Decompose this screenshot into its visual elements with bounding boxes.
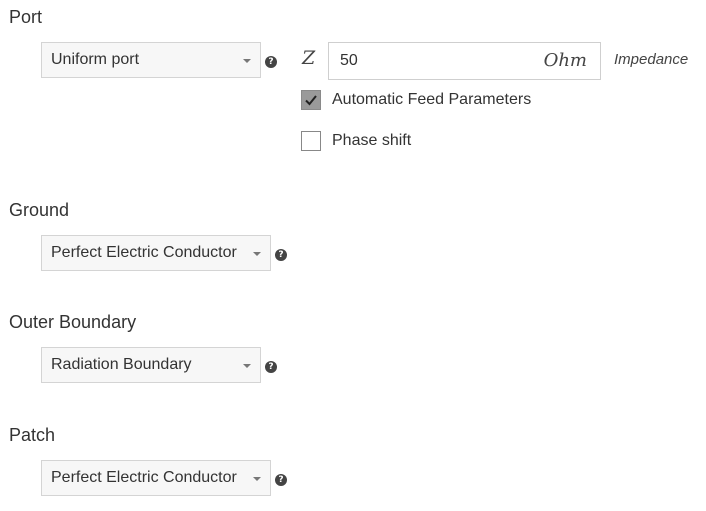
outer-boundary-section-title: Outer Boundary: [9, 312, 137, 332]
port-type-select[interactable]: Uniform port: [41, 42, 261, 78]
ground-material-select[interactable]: Perfect Electric Conductor: [41, 235, 271, 271]
help-icon[interactable]: ?: [265, 361, 277, 373]
patch-material-select[interactable]: Perfect Electric Conductor: [41, 460, 271, 496]
patch-material-value: Perfect Electric Conductor: [51, 469, 237, 486]
impedance-label: Impedance: [614, 51, 689, 68]
phase-shift-label: Phase shift: [332, 132, 412, 149]
auto-feed-checkbox[interactable]: [301, 90, 321, 110]
caret-down-icon: [253, 477, 261, 481]
ground-section-title: Ground: [9, 200, 70, 220]
help-icon[interactable]: ?: [275, 249, 287, 261]
help-icon[interactable]: ?: [265, 56, 277, 68]
impedance-unit: Ohm: [543, 50, 587, 71]
port-section-title: Port: [9, 7, 43, 27]
patch-section-title: Patch: [9, 425, 56, 445]
auto-feed-label: Automatic Feed Parameters: [332, 91, 532, 108]
impedance-field: Ohm: [328, 42, 601, 80]
port-type-value: Uniform port: [51, 51, 140, 68]
phase-shift-checkbox[interactable]: [301, 131, 321, 151]
impedance-symbol: Z: [302, 47, 316, 69]
caret-down-icon: [243, 59, 251, 63]
caret-down-icon: [243, 364, 251, 368]
caret-down-icon: [253, 252, 261, 256]
outer-boundary-value: Radiation Boundary: [51, 356, 192, 373]
help-icon[interactable]: ?: [275, 474, 287, 486]
impedance-input[interactable]: [329, 43, 529, 79]
outer-boundary-select[interactable]: Radiation Boundary: [41, 347, 261, 383]
checkmark-icon: [305, 95, 317, 106]
ground-material-value: Perfect Electric Conductor: [51, 244, 237, 261]
